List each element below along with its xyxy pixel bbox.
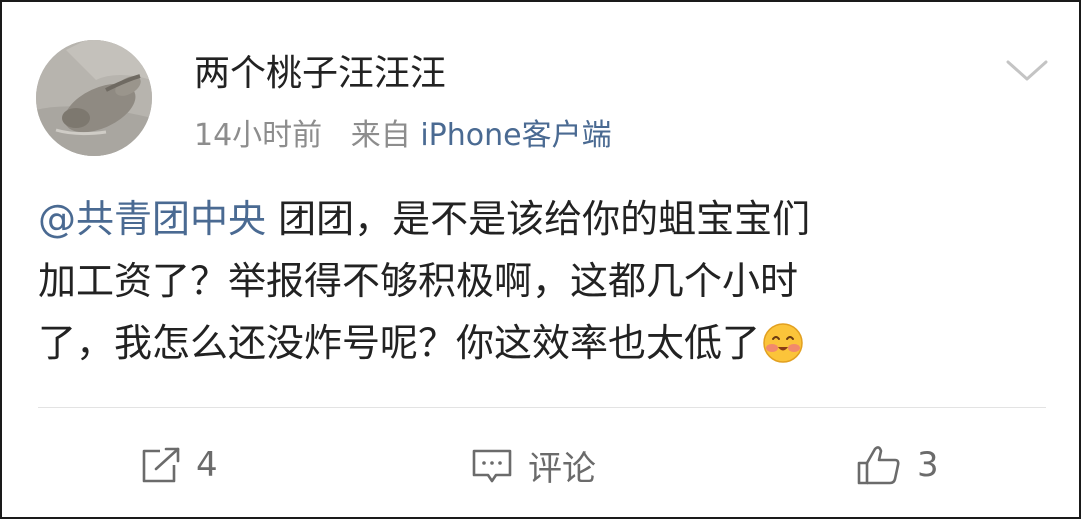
weibo-post-card: 两个桃子汪汪汪 14小时前 来自 iPhone客户端 @共青团中央 团团，是不是… — [0, 0, 1081, 519]
username[interactable]: 两个桃子汪汪汪 — [194, 50, 446, 98]
chevron-down-icon[interactable] — [1002, 52, 1052, 88]
like-count: 3 — [917, 445, 939, 485]
post-text-line-1: 团团，是不是该给你的蛆宝宝们 — [266, 197, 811, 241]
divider — [38, 407, 1046, 408]
comment-label: 评论 — [528, 448, 596, 489]
post-text-line-2: 加工资了？举报得不够积极啊，这都几个小时 — [38, 259, 799, 303]
mention-link[interactable]: @共青团中央 — [38, 197, 266, 241]
comment-icon — [470, 445, 514, 485]
post-content: @共青团中央 团团，是不是该给你的蛆宝宝们 加工资了？举报得不够积极啊，这都几个… — [38, 188, 1048, 382]
post-source[interactable]: iPhone客户端 — [420, 118, 611, 153]
source-prefix: 来自 — [350, 118, 411, 153]
repost-button[interactable]: 4 — [138, 440, 218, 490]
thumbs-up-icon — [855, 443, 903, 487]
post-time: 14小时前 — [194, 118, 323, 153]
post-meta: 14小时前 来自 iPhone客户端 — [194, 116, 612, 156]
blush-emoji-icon — [762, 320, 804, 382]
post-text-line-3: 了，我怎么还没炸号呢？你这效率也太低了 — [38, 321, 761, 365]
comment-button[interactable]: 评论 — [470, 440, 596, 490]
avatar[interactable] — [36, 40, 152, 156]
repost-count: 4 — [196, 445, 218, 485]
repost-icon — [138, 445, 182, 485]
like-button[interactable]: 3 — [855, 440, 939, 490]
